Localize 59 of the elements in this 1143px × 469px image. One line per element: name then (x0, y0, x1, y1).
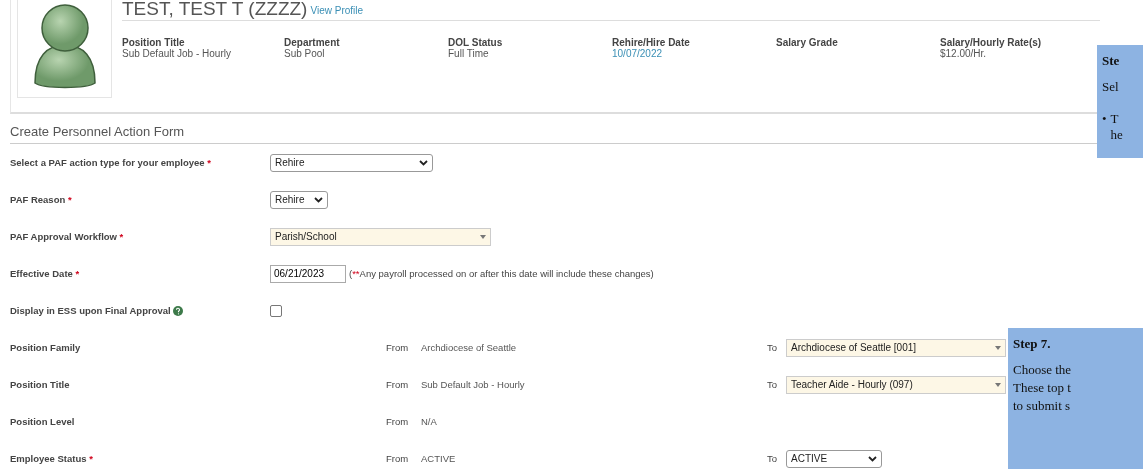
field-value: Sub Default Job - Hourly (122, 48, 232, 59)
select-field[interactable]: Rehire (270, 190, 328, 209)
field-label: Position Title (122, 37, 186, 48)
field-label: Salary Grade (776, 37, 839, 48)
field-label: Display in ESS upon Final Approval (10, 304, 270, 317)
from-value: N/A (421, 416, 438, 427)
from-value: Sub Default Job - Hourly (421, 379, 526, 390)
date-link[interactable]: 10/07/2022 (612, 48, 776, 59)
to-label: To (767, 379, 779, 390)
caret-icon (314, 196, 323, 203)
date-field[interactable]: 06/21/2023 (270, 264, 346, 283)
view-profile-link[interactable]: View Profile (310, 5, 364, 16)
callout-text: Choose the (1013, 362, 1073, 378)
callout-title: Ste (1102, 53, 1121, 69)
from-label: From (386, 453, 410, 464)
from-label: From (386, 379, 410, 390)
callout-text: he (1110, 127, 1123, 143)
from-value: Archdiocese of Seattle (421, 342, 518, 353)
field-value: Sub Pool (284, 48, 325, 59)
caret-icon (995, 382, 1001, 387)
field-label: PAF Reason * (10, 194, 73, 205)
from-value: ACTIVE (421, 453, 457, 464)
field-value: $12.00/Hr. (940, 48, 987, 59)
field-label: Department (284, 37, 341, 48)
field-label: Salary/Hourly Rate(s) (940, 37, 1043, 48)
form-title: Create Personnel Action Form (10, 124, 1100, 144)
employee-name: TEST, TEST T (ZZZZ) (122, 0, 308, 20)
help-icon[interactable] (173, 306, 184, 317)
to-label: To (767, 342, 779, 353)
select-field[interactable]: Teacher Aide - Hourly (097) (786, 375, 1006, 394)
field-label: Effective Date * (10, 268, 81, 279)
callout-text: Sel (1102, 79, 1120, 95)
field-label: Position Level (10, 416, 76, 427)
select-field[interactable]: Rehire (270, 153, 433, 172)
field-label: Employee Status * (10, 453, 94, 464)
bullet: • (1102, 111, 1107, 128)
caret-icon (995, 345, 1001, 350)
callout-text: to submit s (1013, 398, 1072, 414)
select-field[interactable]: Parish/School (270, 227, 491, 246)
field-label: DOL Status (448, 37, 504, 48)
caret-icon (480, 234, 486, 239)
field-label: Position Title (10, 379, 71, 390)
field-label: PAF Approval Workflow * (10, 231, 125, 242)
select-field[interactable]: ACTIVE (786, 449, 882, 468)
from-label: From (386, 342, 410, 353)
to-label: To (767, 453, 779, 464)
caret-icon (419, 159, 428, 166)
from-label: From (386, 416, 410, 427)
date-note: (**Any payroll processed on or after this date will include these changes) (349, 268, 654, 279)
callout-text: These top t (1013, 380, 1072, 396)
checkbox[interactable] (270, 304, 282, 317)
field-label: Position Family (10, 342, 82, 353)
field-value: Full Time (448, 48, 490, 59)
field-label: Select a PAF action type for your employee * (10, 157, 212, 168)
caret-icon (868, 455, 877, 462)
select-field[interactable]: Archdiocese of Seattle [001] (786, 338, 1006, 357)
callout-title: Step 7. (1013, 336, 1052, 352)
callout-text: T (1110, 111, 1120, 127)
field-label: Rehire/Hire Date (612, 37, 691, 48)
